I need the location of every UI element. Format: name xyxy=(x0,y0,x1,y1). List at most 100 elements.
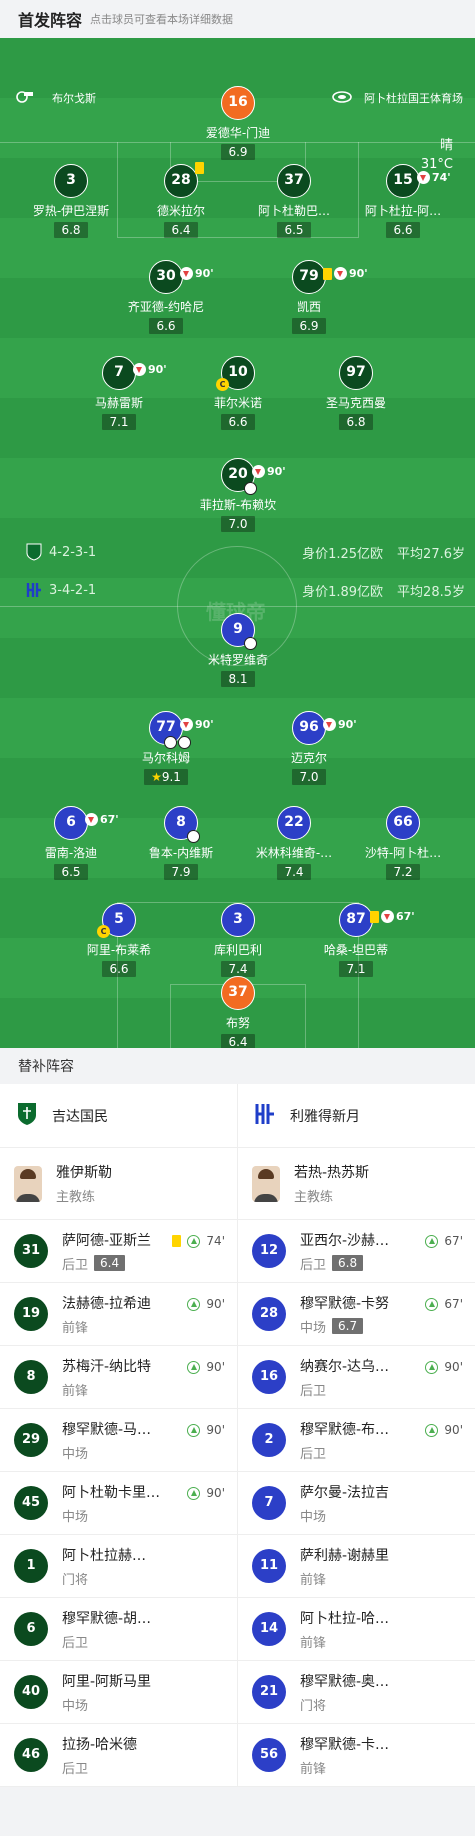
home-avg-age: 平均27.6岁 xyxy=(397,547,465,562)
sub-player-row[interactable]: 12 亚西尔-沙赫… 后卫 6.8 67' xyxy=(238,1220,475,1283)
coach-role: 主教练 xyxy=(294,1190,334,1205)
sub-player-position: 前锋 xyxy=(300,1572,327,1588)
sub-player-name: 法赫德-拉希迪 xyxy=(62,1295,152,1312)
home-team-row[interactable]: 吉达国民 xyxy=(0,1084,237,1148)
away-player[interactable]: 96 90' 迈克尔 7.0 xyxy=(239,711,379,785)
sub-player-position: 中场 xyxy=(62,1446,89,1462)
sub-player-number: 11 xyxy=(252,1549,286,1583)
sub-player-row[interactable]: 31 萨阿德-亚斯兰 后卫 6.4 74' xyxy=(0,1220,237,1283)
away-player[interactable]: 77 90' 马尔科姆 ★9.1 xyxy=(96,711,236,785)
sub-in-time: 90' xyxy=(444,1423,463,1437)
sub-player-row[interactable]: 11 萨利赫-谢赫里 前锋 xyxy=(238,1535,475,1598)
sub-player-name: 穆罕默德-卡努 xyxy=(300,1295,390,1312)
sub-off-icon xyxy=(334,267,347,280)
player-rating: 6.6 xyxy=(149,318,183,334)
sub-in-icon xyxy=(187,1297,201,1311)
home-player[interactable]: 15 74' 阿卜杜拉-阿… 6.6 xyxy=(333,164,473,238)
sub-time: 90' xyxy=(195,267,214,280)
sub-player-number: 40 xyxy=(14,1675,48,1709)
player-name: 迈克尔 xyxy=(290,751,327,765)
sub-player-row[interactable]: 2 穆罕默德-布… 后卫 90' xyxy=(238,1409,475,1472)
away-player[interactable]: 66 沙特-阿卜杜… 7.2 xyxy=(333,806,473,880)
player-name: 爱德华-门迪 xyxy=(205,126,271,140)
home-player[interactable]: 30 90' 齐亚德-约哈尼 6.6 xyxy=(96,260,236,334)
player-rating: 6.6 xyxy=(102,961,136,977)
sub-player-row[interactable]: 29 穆罕默德-马… 中场 90' xyxy=(0,1409,237,1472)
lineup-header: 首发阵容 点击球员可查看本场详细数据 xyxy=(0,0,475,38)
sub-player-row[interactable]: 19 法赫德-拉希迪 前锋 90' xyxy=(0,1283,237,1346)
sub-player-row[interactable]: 45 阿卜杜勒卡里… 中场 90' xyxy=(0,1472,237,1535)
sub-player-name: 穆罕默德-胡… xyxy=(62,1610,152,1627)
away-formation: 3-4-2-1 xyxy=(26,581,96,599)
referee-name: 布尔戈斯 xyxy=(52,92,96,105)
sub-player-row[interactable]: 40 阿里-阿斯马里 中场 xyxy=(0,1661,237,1724)
away-player[interactable]: 87 67' 哈桑-坦巴蒂 7.1 xyxy=(286,903,426,977)
player-name: 布努 xyxy=(225,1016,250,1030)
sub-player-number: 56 xyxy=(252,1738,286,1772)
player-number: 3 xyxy=(54,164,88,198)
home-player-gk[interactable]: 16 爱德华-门迪 6.9 xyxy=(168,86,308,160)
player-name: 米特罗维奇 xyxy=(207,653,268,667)
player-name: 沙特-阿卜杜… xyxy=(364,846,442,860)
away-team-badge-icon xyxy=(26,581,42,599)
home-team-name: 吉达国民 xyxy=(52,1108,108,1125)
sub-player-position: 中场 xyxy=(300,1509,327,1525)
away-player[interactable]: 9 米特罗维奇 8.1 xyxy=(168,613,308,687)
player-name: 马尔科姆 xyxy=(141,751,190,765)
sub-player-row[interactable]: 46 拉扬-哈米德 后卫 xyxy=(0,1724,237,1787)
sub-player-number: 7 xyxy=(252,1486,286,1520)
player-rating: 6.4 xyxy=(221,1034,255,1048)
player-name: 菲拉斯-布赖坎 xyxy=(199,498,277,512)
player-rating: 6.5 xyxy=(54,864,88,880)
player-rating: 6.4 xyxy=(164,222,198,238)
sub-player-row[interactable]: 28 穆罕默德-卡努 中场 6.7 67' xyxy=(238,1283,475,1346)
sub-player-name: 亚西尔-沙赫… xyxy=(300,1232,390,1249)
goal-ball-icon xyxy=(164,736,177,749)
assist-icon xyxy=(178,736,191,749)
home-coach[interactable]: 雅伊斯勒 主教练 xyxy=(0,1148,237,1220)
away-coach[interactable]: 若热-热苏斯 主教练 xyxy=(238,1148,475,1220)
home-subs-column: 吉达国民 雅伊斯勒 主教练 31 萨阿德-亚斯兰 后卫 6.4 74' 19 法赫德-拉希迪… xyxy=(0,1084,237,1787)
coach-name: 若热-热苏斯 xyxy=(294,1165,370,1181)
home-player[interactable]: 20 90' 菲拉斯-布赖坎 7.0 xyxy=(168,458,308,532)
sub-player-number: 46 xyxy=(14,1738,48,1772)
bottom-spacer xyxy=(0,1787,475,1835)
home-player[interactable]: 97 圣马克西曼 6.8 xyxy=(286,356,426,430)
sub-off-icon xyxy=(85,813,98,826)
sub-player-row[interactable]: 21 穆罕默德-奥… 门将 xyxy=(238,1661,475,1724)
home-player[interactable]: 79 90' 凯西 6.9 xyxy=(239,260,379,334)
sub-player-name: 萨尔曼-法拉吉 xyxy=(300,1484,390,1501)
weather-condition: 晴 xyxy=(439,138,453,153)
sub-player-position: 前锋 xyxy=(62,1383,89,1399)
player-rating: 6.6 xyxy=(386,222,420,238)
sub-player-row[interactable]: 1 阿卜杜拉赫… 门将 xyxy=(0,1535,237,1598)
sub-player-row[interactable]: 14 阿卜杜拉-哈… 前锋 xyxy=(238,1598,475,1661)
assist-icon xyxy=(187,830,200,843)
home-formation: 4-2-3-1 xyxy=(26,543,96,561)
player-number: 77 xyxy=(156,719,176,735)
sub-player-row[interactable]: 6 穆罕默德-胡… 后卫 xyxy=(0,1598,237,1661)
sub-time: 90' xyxy=(148,363,167,376)
sub-in-time: 90' xyxy=(206,1360,225,1374)
sub-player-row[interactable]: 16 纳赛尔-达乌… 后卫 90' xyxy=(238,1346,475,1409)
player-rating: 6.8 xyxy=(54,222,88,238)
player-number: 97 xyxy=(339,356,373,390)
yellow-card-icon xyxy=(323,267,332,280)
sub-player-row[interactable]: 56 穆罕默德-卡… 前锋 xyxy=(238,1724,475,1787)
away-team-badge-icon xyxy=(254,1101,276,1131)
sub-player-name: 苏梅汗-纳比特 xyxy=(62,1358,152,1375)
player-rating: 7.4 xyxy=(221,961,255,977)
sub-player-row[interactable]: 8 苏梅汗-纳比特 前锋 90' xyxy=(0,1346,237,1409)
away-team-row[interactable]: 利雅得新月 xyxy=(238,1084,475,1148)
sub-player-position: 后卫 xyxy=(300,1257,327,1273)
away-player-gk[interactable]: 37 布努 6.4 xyxy=(168,976,308,1048)
sub-player-name: 拉扬-哈米德 xyxy=(62,1736,138,1753)
away-team-name: 利雅得新月 xyxy=(290,1108,360,1125)
player-rating: 6.9 xyxy=(292,318,326,334)
sub-player-rating: 6.8 xyxy=(332,1255,364,1271)
sub-off-icon xyxy=(323,718,336,731)
player-number: 30 xyxy=(156,268,176,284)
yellow-card-icon xyxy=(370,910,379,923)
sub-player-name: 穆罕默德-奥… xyxy=(300,1673,390,1690)
sub-player-row[interactable]: 7 萨尔曼-法拉吉 中场 xyxy=(238,1472,475,1535)
